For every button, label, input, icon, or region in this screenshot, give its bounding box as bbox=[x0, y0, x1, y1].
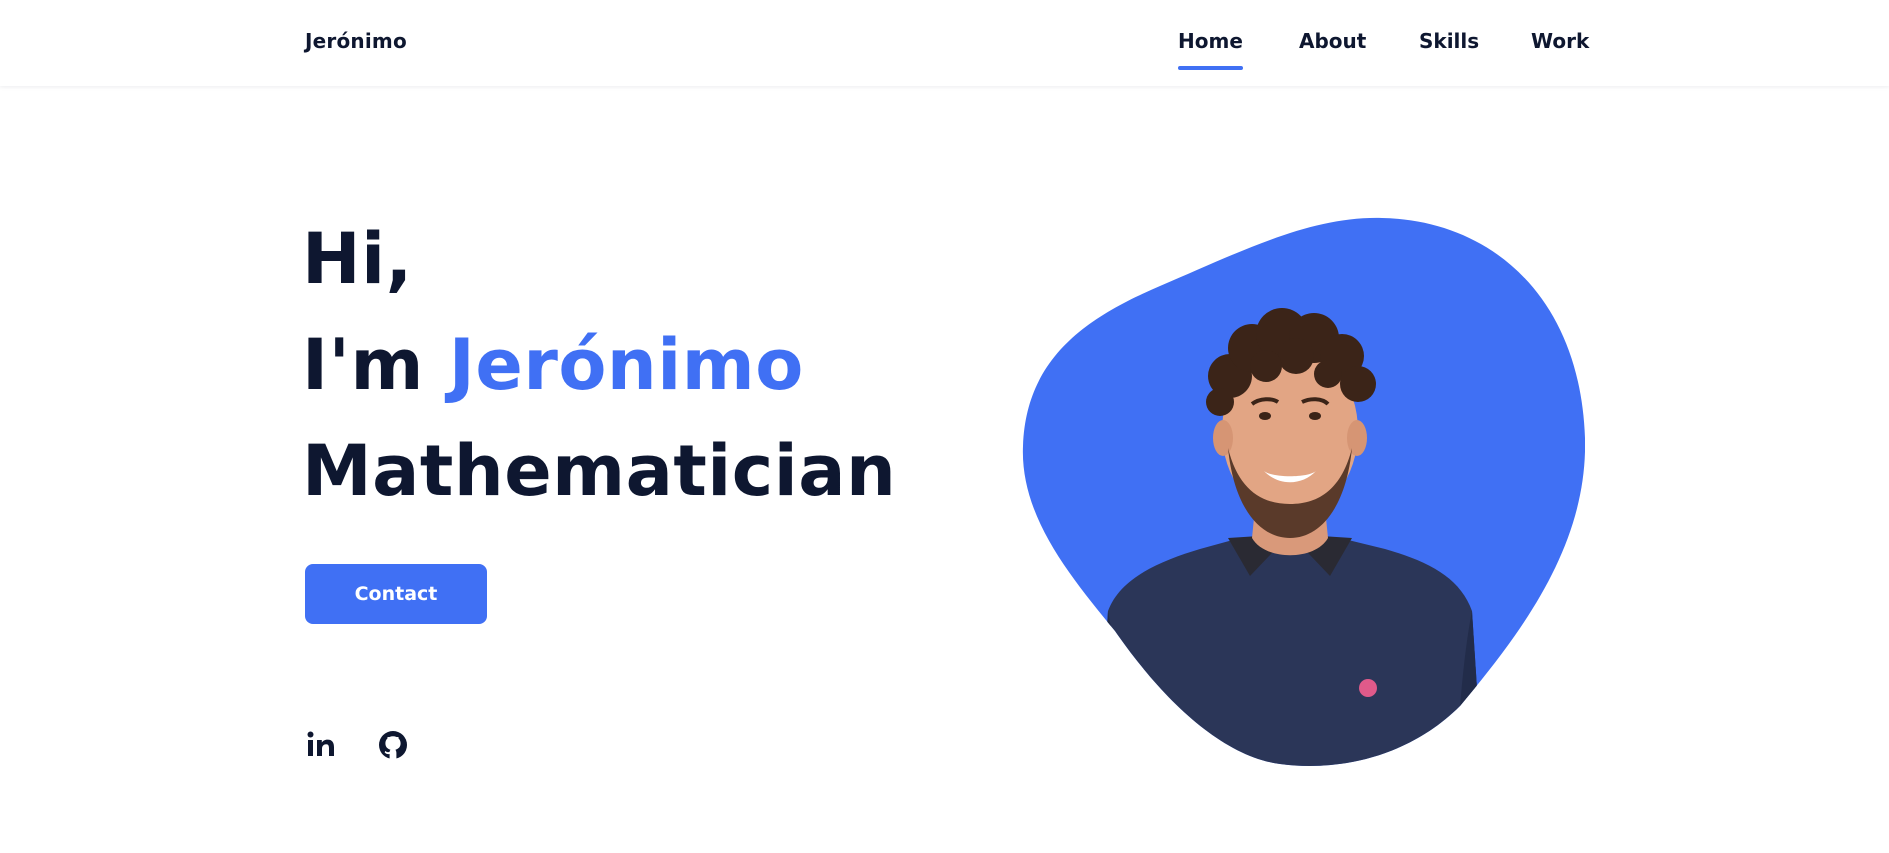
nav-item-work[interactable]: Work bbox=[1531, 28, 1589, 54]
hero-greeting: Hi, bbox=[302, 218, 413, 300]
github-icon bbox=[376, 728, 410, 762]
portrait-blob-image bbox=[1022, 217, 1585, 766]
site-header: Jerónimo Home About Skills Work bbox=[0, 0, 1889, 86]
nav-item-home[interactable]: Home bbox=[1178, 28, 1243, 70]
nav-item-skills[interactable]: Skills bbox=[1419, 28, 1479, 54]
profile-portrait bbox=[1020, 216, 1585, 766]
hero-intro-line: I'm Jerónimo bbox=[302, 312, 896, 418]
linkedin-link[interactable] bbox=[305, 728, 339, 762]
site-logo[interactable]: Jerónimo bbox=[305, 28, 407, 54]
nav-item-about[interactable]: About bbox=[1299, 28, 1366, 54]
contact-button[interactable]: Contact bbox=[305, 564, 487, 624]
hero-intro-prefix: I'm bbox=[302, 324, 424, 406]
linkedin-icon bbox=[305, 728, 339, 762]
hero-name: Jerónimo bbox=[448, 324, 804, 406]
hero-role: Mathematician bbox=[302, 430, 897, 512]
hero-title: Hi, I'm Jerónimo Mathematician bbox=[302, 206, 896, 524]
github-link[interactable] bbox=[376, 728, 410, 762]
